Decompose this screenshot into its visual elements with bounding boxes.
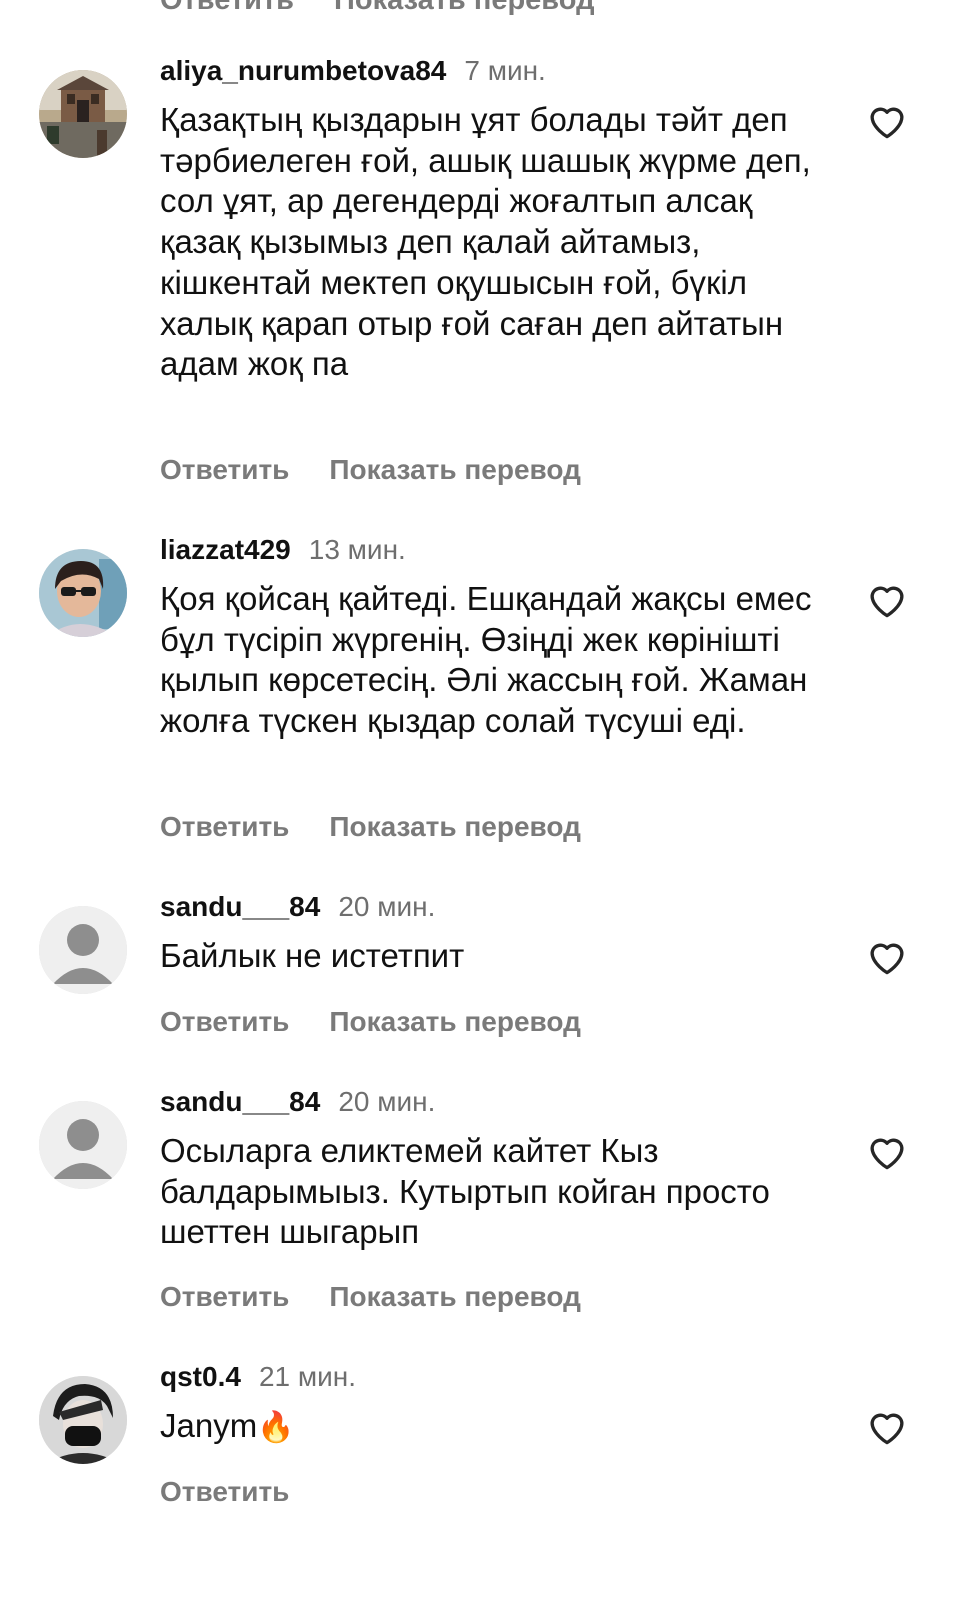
previous-comment-actions: Ответить Показать перевод	[160, 0, 595, 17]
comment-text-content: Janym	[160, 1407, 258, 1444]
avatar[interactable]	[39, 549, 127, 637]
username[interactable]: aliya_nurumbetova84	[160, 55, 446, 86]
reply-button[interactable]: Ответить	[160, 1476, 289, 1507]
reply-button[interactable]: Ответить	[160, 811, 289, 842]
heart-outline-icon[interactable]	[866, 1406, 908, 1446]
comment-text: Байлык не истетпит	[160, 937, 465, 974]
reply-button[interactable]: Ответить	[160, 1281, 289, 1312]
heart-outline-icon[interactable]	[866, 936, 908, 976]
comment-actions: Ответить Показать перевод	[160, 1281, 581, 1313]
timestamp: 7 мин.	[464, 55, 546, 86]
reply-button[interactable]: Ответить	[160, 454, 289, 485]
comment-actions: Ответить	[160, 1476, 289, 1508]
comment-meta: aliya_nurumbetova84 7 мин.	[160, 54, 546, 93]
comment-meta: qst0.4 21 мин.	[160, 1360, 356, 1399]
heart-outline-icon[interactable]	[866, 579, 908, 619]
comment-actions: Ответить Показать перевод	[160, 1006, 581, 1038]
heart-outline-icon[interactable]	[866, 100, 908, 140]
comment-meta: sandu___84 20 мин.	[160, 1085, 435, 1124]
comment-meta: sandu___84 20 мин.	[160, 890, 435, 929]
timestamp: 13 мин.	[308, 534, 406, 565]
username[interactable]: sandu___84	[160, 891, 320, 922]
heart-outline-icon[interactable]	[866, 1131, 908, 1171]
username[interactable]: liazzat429	[160, 534, 291, 565]
avatar[interactable]	[39, 70, 127, 158]
comment-text: Қазақтың қыздарын ұят болады тәйт деп тә…	[160, 101, 820, 383]
timestamp: 20 мин.	[338, 1086, 436, 1117]
show-translation-button[interactable]: Показать перевод	[329, 811, 581, 842]
comment-text: Janym🔥	[160, 1406, 820, 1449]
comment-text: Қоя қойсаң қайтеді. Ешқандай жақсы емес …	[160, 580, 821, 740]
avatar[interactable]	[39, 1101, 127, 1189]
show-translation-button[interactable]: Показать перевод	[329, 1006, 581, 1037]
comment-actions: Ответить Показать перевод	[160, 811, 581, 843]
show-translation-button[interactable]: Показать перевод	[334, 0, 594, 16]
comment-actions: Ответить Показать перевод	[160, 454, 581, 486]
reply-button[interactable]: Ответить	[160, 1006, 289, 1037]
username[interactable]: qst0.4	[160, 1361, 241, 1392]
avatar[interactable]	[39, 1376, 127, 1464]
comment-meta: liazzat429 13 мин.	[160, 533, 406, 572]
avatar[interactable]	[39, 906, 127, 994]
show-translation-button[interactable]: Показать перевод	[329, 1281, 581, 1312]
username[interactable]: sandu___84	[160, 1086, 320, 1117]
show-translation-button[interactable]: Показать перевод	[329, 454, 581, 485]
comment-text: Осыларга еликтемей кайтет Кыз балдарымыы…	[160, 1132, 780, 1251]
timestamp: 20 мин.	[338, 891, 436, 922]
timestamp: 21 мин.	[258, 1361, 356, 1392]
fire-emoji-icon: 🔥	[257, 1411, 295, 1444]
reply-button[interactable]: Ответить	[160, 0, 294, 16]
